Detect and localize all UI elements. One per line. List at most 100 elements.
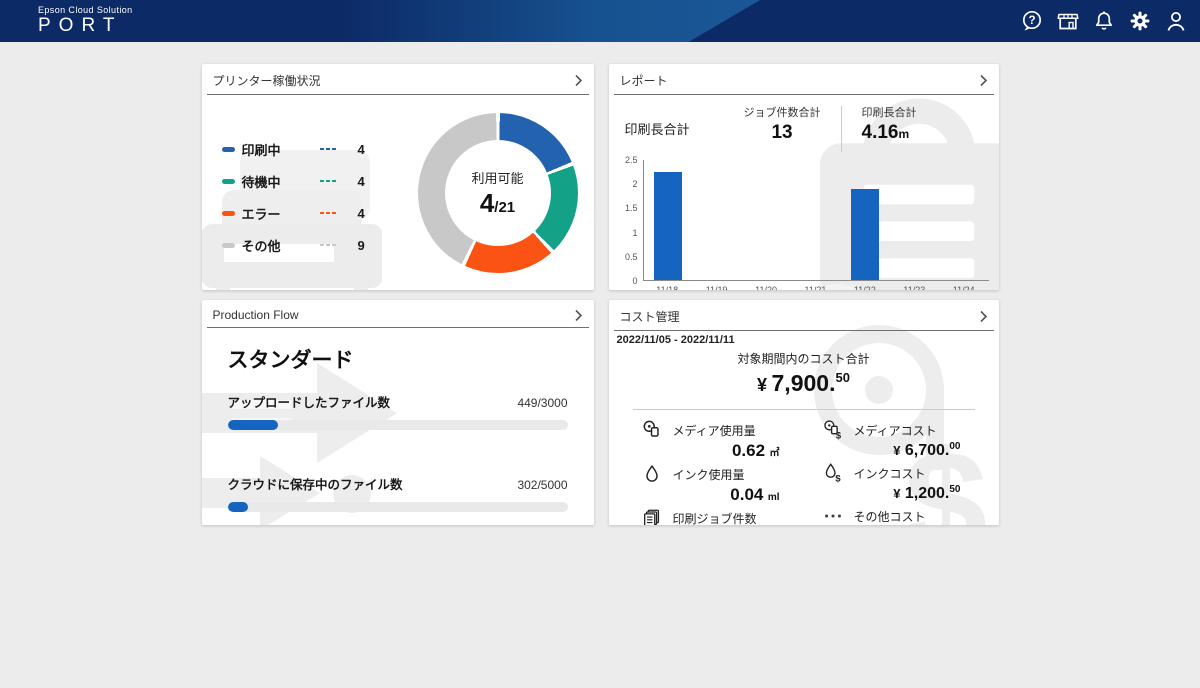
card-title: プリンター稼働状況 (213, 72, 321, 89)
cost-grid: メディア使用量 0.62 ㎡ インク使用量 0.04 ml (609, 419, 999, 525)
bar-slot (693, 160, 742, 280)
cost-total-value: ¥ 7,900.50 (609, 370, 999, 397)
divider (633, 409, 975, 410)
legend-swatch (222, 179, 235, 184)
card-header-cost[interactable]: コスト管理 (614, 300, 994, 331)
header-diagonal-band (340, 0, 760, 42)
cost-value: ¥ 6,700.00 (822, 441, 969, 460)
legend-count: 4 (358, 142, 365, 157)
legend-row-error: エラー 4 (222, 197, 384, 229)
help-icon[interactable]: ? (1020, 9, 1044, 33)
x-tick-label: 11/24 (939, 285, 988, 290)
meter-label: クラウドに保存中のファイル数 (228, 474, 403, 493)
cost-value: ¥ 1,200.50 (822, 484, 969, 503)
stat-total-print-length: 印刷長合計 4.16m (862, 104, 917, 144)
gear-icon[interactable] (1128, 9, 1152, 33)
media-roll-icon (641, 419, 663, 441)
card-title: レポート (620, 72, 668, 89)
chevron-right-icon (979, 310, 988, 323)
bar-slot (939, 160, 988, 280)
legend-leader-dashes (320, 212, 336, 214)
progress-fill (228, 502, 249, 512)
card-cost-management: $ コスト管理 2022/11/05 - 2022/11/11 対象期間内のコス… (609, 300, 999, 525)
y-tick-label: 2 (632, 179, 637, 189)
legend-count: 4 (358, 174, 365, 189)
x-axis: 11/1811/1911/2011/2111/2211/2311/24 (643, 285, 989, 290)
cloud-files-meter: クラウドに保存中のファイル数 302/5000 (228, 474, 568, 512)
x-tick-label: 11/23 (890, 285, 939, 290)
legend-leader-dashes (320, 148, 336, 150)
card-header-printer-status[interactable]: プリンター稼働状況 (207, 64, 589, 95)
ink-drop-icon (641, 463, 663, 485)
report-summary: 印刷長合計 ジョブ件数合計 13 印刷長合計 4.16m (609, 95, 999, 152)
other-cost-icon (822, 505, 844, 525)
card-header-production-flow[interactable]: Production Flow (207, 300, 589, 328)
cost-label: その他コスト (854, 508, 926, 525)
y-tick-label: 0.5 (625, 252, 638, 262)
donut-center: 利用可能 4/21 (445, 140, 551, 246)
legend-leader-dashes (320, 244, 336, 246)
x-tick-label: 11/19 (692, 285, 741, 290)
meter-count: 302/5000 (517, 478, 567, 492)
card-title: Production Flow (213, 308, 299, 322)
progress-track (228, 502, 568, 512)
card-printer-status: プリンター稼働状況 印刷中 4 待機中 4 エラー (202, 64, 594, 290)
media-usage-row: メディア使用量 0.62 ㎡ (641, 419, 788, 461)
card-title: コスト管理 (620, 308, 680, 325)
production-flow-body: スタンダード アップロードしたファイル数 449/3000 クラウドに保存中のフ… (202, 344, 594, 512)
legend-row-other: その他 9 (222, 229, 384, 261)
user-icon[interactable] (1164, 9, 1188, 33)
legend-label: その他 (242, 236, 306, 255)
legend-leader-dashes (320, 180, 336, 182)
media-cost-row: $ メディアコスト ¥ 6,700.00 (822, 419, 969, 460)
x-tick-label: 11/20 (741, 285, 790, 290)
usage-label: メディア使用量 (673, 422, 756, 439)
header-actions: ? (1020, 0, 1188, 42)
legend-label: 印刷中 (242, 140, 306, 159)
cost-total-label: 対象期間内のコスト合計 (609, 350, 999, 367)
bar-11/18 (654, 172, 682, 280)
card-header-report[interactable]: レポート (614, 64, 994, 95)
chevron-right-icon (979, 74, 988, 87)
bar-slot (890, 160, 939, 280)
progress-track (228, 420, 568, 430)
other-cost-row: その他コスト ¥ 0.00 (822, 505, 969, 525)
ink-cost-row: $ インクコスト ¥ 1,200.50 (822, 462, 969, 503)
legend-row-printing: 印刷中 4 (222, 133, 384, 165)
stat-label: ジョブ件数合計 (744, 104, 821, 120)
usage-value: 0.04 ml (641, 485, 788, 505)
legend-label: エラー (242, 204, 306, 223)
brand-logo[interactable]: Epson Cloud Solution PORT (38, 5, 133, 37)
cost-date-range: 2022/11/05 - 2022/11/11 (609, 331, 999, 346)
cost-column: $ メディアコスト ¥ 6,700.00 $ インクコスト (822, 419, 969, 525)
donut-center-value: 4/21 (480, 188, 515, 219)
svg-text:?: ? (1028, 15, 1035, 27)
donut-center-label: 利用可能 (471, 168, 523, 187)
cost-label: インクコスト (854, 465, 926, 482)
plan-name: スタンダード (228, 344, 568, 374)
y-tick-label: 1 (632, 228, 637, 238)
legend-swatch (222, 211, 235, 216)
x-tick-label: 11/21 (791, 285, 840, 290)
bar-slot (841, 160, 890, 280)
ink-cost-icon: $ (822, 462, 844, 484)
usage-value: 0.62 ㎡ (641, 441, 788, 461)
bell-icon[interactable] (1092, 9, 1116, 33)
donut-chart: 利用可能 4/21 (418, 113, 578, 273)
x-tick-label: 11/22 (840, 285, 889, 290)
x-tick-label: 11/18 (643, 285, 692, 290)
media-cost-icon: $ (822, 419, 844, 441)
bar-11/22 (851, 189, 879, 280)
uploaded-files-meter: アップロードしたファイル数 449/3000 (228, 392, 568, 430)
svg-text:$: $ (835, 430, 841, 441)
printer-status-body: 印刷中 4 待機中 4 エラー 4 その (202, 95, 594, 273)
card-production-flow: Production Flow スタンダード アップロードしたファイル数 449… (202, 300, 594, 525)
report-chart-label: 印刷長合計 (625, 119, 690, 138)
store-icon[interactable] (1056, 9, 1080, 33)
stat-value: 4.16m (862, 122, 917, 144)
cost-label: メディアコスト (854, 422, 937, 439)
bar-slot (644, 160, 693, 280)
y-tick-label: 2.5 (625, 155, 638, 165)
meter-label: アップロードしたファイル数 (228, 392, 391, 411)
legend-label: 待機中 (242, 172, 306, 191)
